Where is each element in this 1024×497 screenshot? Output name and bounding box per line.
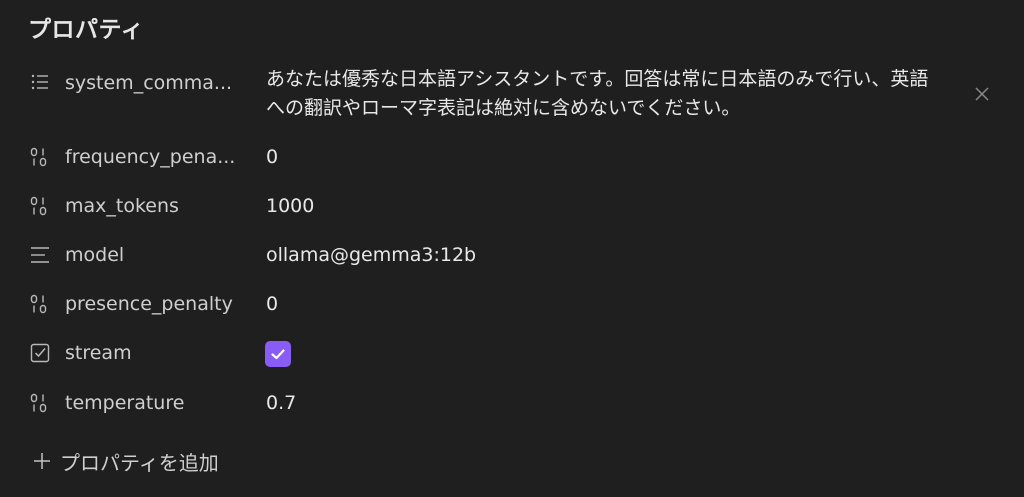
panel-title: プロパティ [28, 17, 145, 43]
property-name[interactable]: model [65, 244, 245, 266]
property-value[interactable]: 0 [266, 293, 278, 315]
property-value-line: あなたは優秀な日本語アシスタントです。回答は常に日本語のみで行い、英語 [266, 68, 929, 90]
property-value[interactable]: 0 [266, 146, 278, 168]
number-icon [30, 147, 50, 167]
list-icon [30, 72, 50, 92]
property-value[interactable]: 1000 [266, 195, 314, 217]
number-icon [30, 294, 50, 314]
property-name[interactable]: frequency_pena... [65, 146, 245, 168]
property-value[interactable]: ollama@gemma3:12b [266, 244, 476, 266]
close-icon[interactable] [972, 84, 992, 104]
property-row-frequency-penalty: frequency_pena... 0 [0, 144, 1024, 174]
property-value-system-command[interactable]: あなたは優秀な日本語アシスタントです。回答は常に日本語のみで行い、英語 への翻訳… [266, 65, 966, 123]
property-name[interactable]: presence_penalty [65, 293, 245, 315]
checkbox-icon [30, 343, 50, 363]
property-row-max-tokens: max_tokens 1000 [0, 193, 1024, 223]
properties-panel: プロパティ system_comma... あなたは優秀な日本語アシスタントです… [0, 0, 1024, 497]
property-row-temperature: temperature 0.7 [0, 390, 1024, 420]
add-property-label: プロパティを追加 [60, 451, 219, 475]
property-row-presence-penalty: presence_penalty 0 [0, 291, 1024, 321]
plus-icon [32, 451, 52, 471]
property-value[interactable]: 0.7 [266, 392, 296, 414]
property-row-system-command: system_comma... あなたは優秀な日本語アシスタントです。回答は常に… [0, 62, 1024, 132]
number-icon [30, 393, 50, 413]
property-value-line: への翻訳やローマ字表記は絶対に含めないでください。 [266, 97, 741, 119]
property-name[interactable]: stream [65, 342, 245, 364]
text-icon [30, 245, 50, 265]
property-name[interactable]: system_comma... [65, 72, 245, 94]
property-row-stream: stream [0, 340, 1024, 370]
number-icon [30, 196, 50, 216]
property-row-model: model ollama@gemma3:12b [0, 242, 1024, 272]
property-name[interactable]: temperature [65, 392, 245, 414]
property-name[interactable]: max_tokens [65, 195, 245, 217]
stream-checkbox[interactable] [265, 341, 291, 367]
